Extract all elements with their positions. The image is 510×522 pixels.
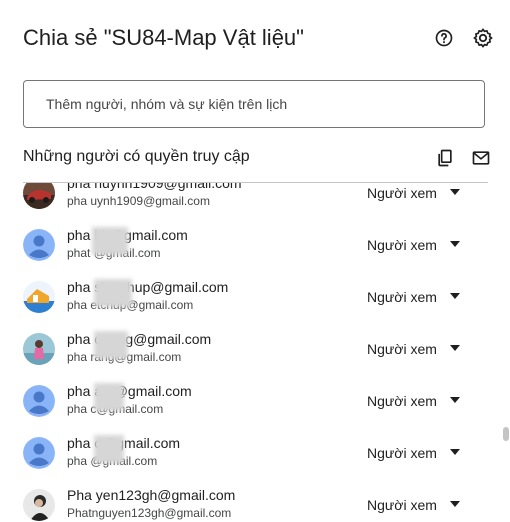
redaction-blur <box>94 383 124 411</box>
avatar <box>23 229 55 261</box>
person-row[interactable]: pha arc@gmail.com pha c@gmail.com Người … <box>0 375 500 427</box>
role-dropdown[interactable]: Người xem <box>340 183 470 209</box>
person-row[interactable]: pha sketchup@gmail.com pha etchup@gmail.… <box>0 271 500 323</box>
role-label: Người xem <box>367 289 437 305</box>
redaction-blur <box>94 435 124 463</box>
role-label: Người xem <box>367 185 437 201</box>
role-dropdown[interactable]: Người xem <box>340 489 470 521</box>
redaction-blur <box>92 227 128 255</box>
help-button[interactable] <box>432 26 456 50</box>
person-row[interactable]: pha ctrang@gmail.com pha rang@gmail.com … <box>0 323 500 375</box>
people-list[interactable]: pha huynh1909@gmail.com pha uynh1909@gma… <box>0 183 500 522</box>
gear-icon <box>473 28 493 48</box>
role-dropdown[interactable]: Người xem <box>340 281 470 313</box>
role-label: Người xem <box>367 237 437 253</box>
avatar <box>23 183 55 209</box>
settings-button[interactable] <box>471 26 495 50</box>
caret-down-icon <box>450 241 460 247</box>
add-people-input[interactable] <box>44 95 464 113</box>
access-section-title: Những người có quyền truy cập <box>23 148 250 165</box>
avatar <box>23 333 55 365</box>
caret-down-icon <box>450 189 460 195</box>
default-avatar-icon <box>23 385 55 417</box>
person-row[interactable]: pha hb@gmail.com phat @gmail.com Người x… <box>0 219 500 271</box>
person-row[interactable]: pha huynh1909@gmail.com pha uynh1909@gma… <box>0 183 500 219</box>
default-avatar-icon <box>23 229 55 261</box>
caret-down-icon <box>450 293 460 299</box>
person-name: pha sketchup@gmail.com <box>67 279 229 295</box>
avatar <box>23 281 55 313</box>
copy-icon <box>438 149 452 167</box>
help-circle-icon <box>435 29 453 47</box>
caret-down-icon <box>450 345 460 351</box>
avatar <box>23 489 55 521</box>
email-people-button[interactable] <box>469 146 493 170</box>
avatar <box>23 385 55 417</box>
role-dropdown[interactable]: Người xem <box>340 385 470 417</box>
list-scrollbar-thumb[interactable] <box>503 427 509 441</box>
role-dropdown[interactable]: Người xem <box>340 437 470 469</box>
caret-down-icon <box>450 501 460 507</box>
role-label: Người xem <box>367 445 437 461</box>
person-name: Pha yen123gh@gmail.com <box>67 487 236 503</box>
mail-icon <box>472 151 490 165</box>
caret-down-icon <box>450 449 460 455</box>
person-name: pha ctrang@gmail.com <box>67 331 212 347</box>
person-email: Phatnguyen123gh@gmail.com <box>67 506 232 520</box>
redaction-blur <box>94 279 132 307</box>
dialog-title: Chia sẻ "SU84-Map Vật liệu" <box>23 25 304 50</box>
person-name: pha arc@gmail.com <box>67 383 192 399</box>
role-label: Người xem <box>367 341 437 357</box>
caret-down-icon <box>450 397 460 403</box>
role-dropdown[interactable]: Người xem <box>340 229 470 261</box>
person-email: pha uynh1909@gmail.com <box>67 194 210 208</box>
redaction-blur <box>94 331 128 359</box>
person-row[interactable]: pha o@gmail.com pha @gmail.com Người xem <box>0 427 500 479</box>
role-label: Người xem <box>367 393 437 409</box>
person-name: pha huynh1909@gmail.com <box>67 183 242 191</box>
person-row[interactable]: Pha yen123gh@gmail.com Phatnguyen123gh@g… <box>0 479 500 522</box>
default-avatar-icon <box>23 437 55 469</box>
avatar <box>23 437 55 469</box>
add-people-field[interactable] <box>23 80 485 128</box>
copy-emails-button[interactable] <box>433 146 457 170</box>
role-dropdown[interactable]: Người xem <box>340 333 470 365</box>
role-label: Người xem <box>367 497 437 513</box>
